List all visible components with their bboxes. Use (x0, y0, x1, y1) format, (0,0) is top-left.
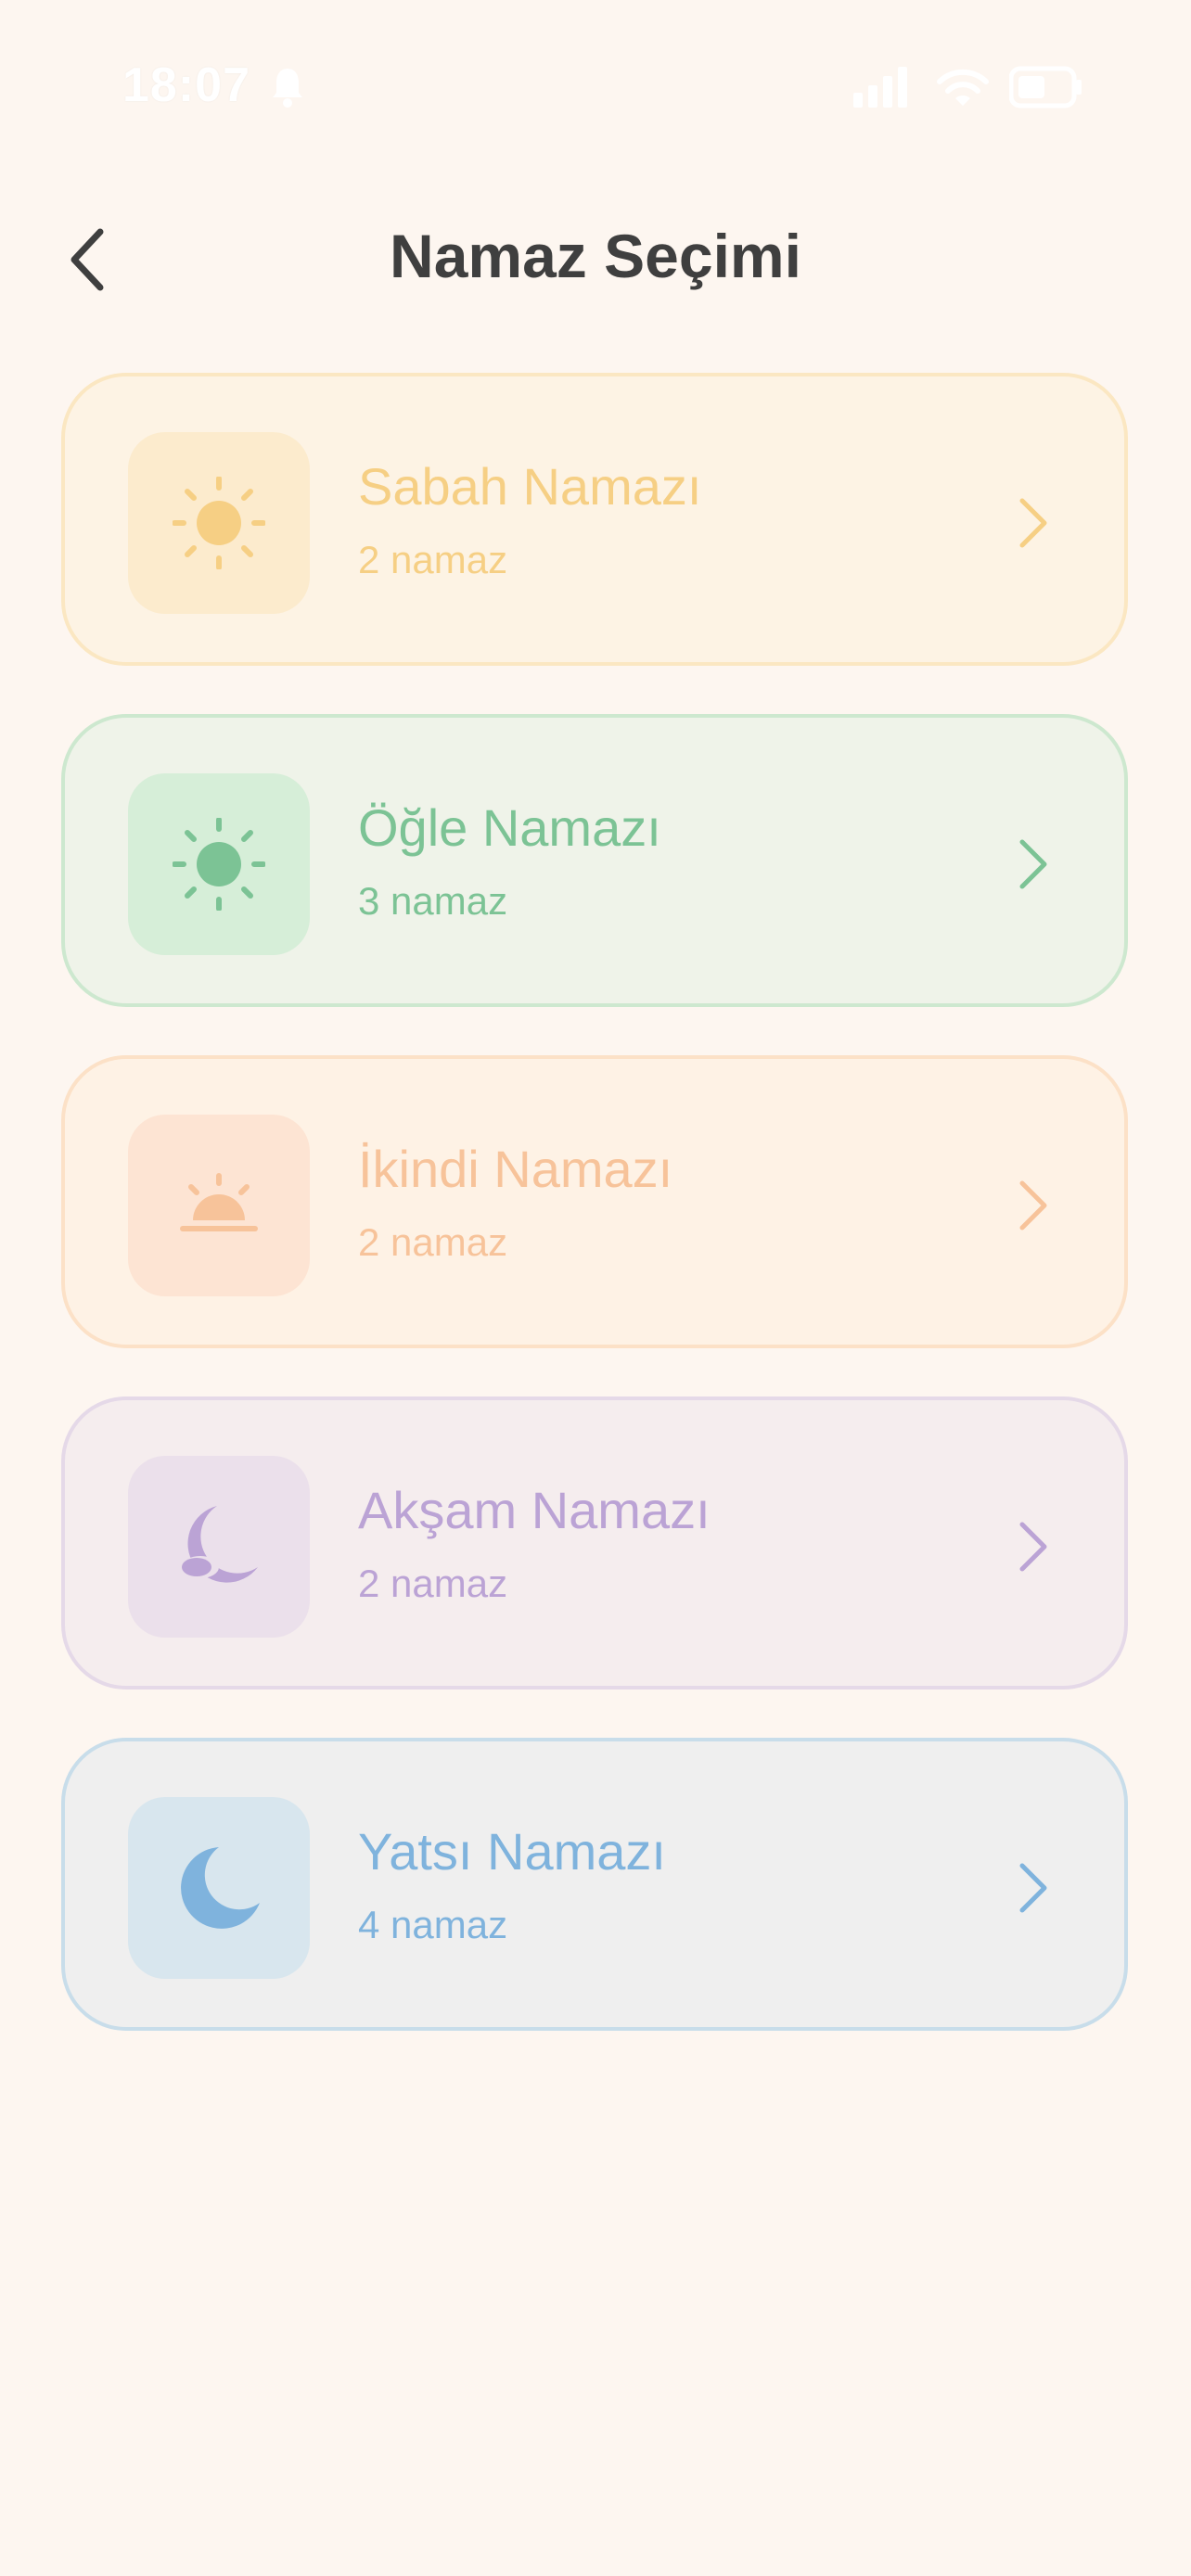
chevron-right-icon (1019, 1863, 1047, 1913)
sun-icon (173, 818, 265, 911)
prayer-icon-box (128, 1797, 310, 1979)
prayer-card-ikindi[interactable]: İkindi Namazı 2 namaz (61, 1055, 1128, 1348)
moon-cloud-icon (182, 1506, 258, 1583)
prayer-card-sabah[interactable]: Sabah Namazı 2 namaz (61, 373, 1128, 666)
chevron-right-icon (1019, 839, 1047, 889)
prayer-title: Akşam Namazı (358, 1481, 711, 1539)
sun-icon (173, 477, 265, 569)
prayer-card-ogle[interactable]: Öğle Namazı 3 namaz (61, 714, 1128, 1007)
sunset-icon (180, 1173, 258, 1231)
prayer-card-aksam[interactable]: Akşam Namazı 2 namaz (61, 1396, 1128, 1690)
chevron-right-icon (1019, 1180, 1047, 1231)
wifi-icon (937, 69, 989, 106)
page-title: Namaz Seçimi (390, 222, 801, 290)
prayer-title: İkindi Namazı (358, 1140, 673, 1198)
status-bar: 18:07 (0, 0, 1191, 176)
prayer-title: Öğle Namazı (358, 798, 661, 857)
chevron-right-icon (1019, 1522, 1047, 1572)
moon-icon (181, 1847, 260, 1929)
prayer-count: 3 namaz (358, 879, 508, 923)
prayer-icon-box (128, 773, 310, 955)
battery-icon (1009, 66, 1082, 108)
prayer-icon-box (128, 1456, 310, 1638)
prayer-count: 2 namaz (358, 1220, 508, 1264)
prayer-icon-box (128, 432, 310, 614)
prayer-title: Sabah Namazı (358, 457, 702, 516)
notification-bell-icon (273, 69, 302, 108)
prayer-icon-box (128, 1115, 310, 1296)
prayer-card-yatsi[interactable]: Yatsı Namazı 4 namaz (61, 1738, 1128, 2031)
prayer-count: 2 namaz (358, 1562, 508, 1605)
cellular-signal-icon (853, 67, 907, 108)
prayer-count: 4 namaz (358, 1903, 508, 1946)
status-time: 18:07 (122, 58, 250, 112)
prayer-count: 2 namaz (358, 538, 508, 581)
chevron-right-icon (1019, 498, 1047, 548)
prayer-title: Yatsı Namazı (358, 1822, 666, 1881)
